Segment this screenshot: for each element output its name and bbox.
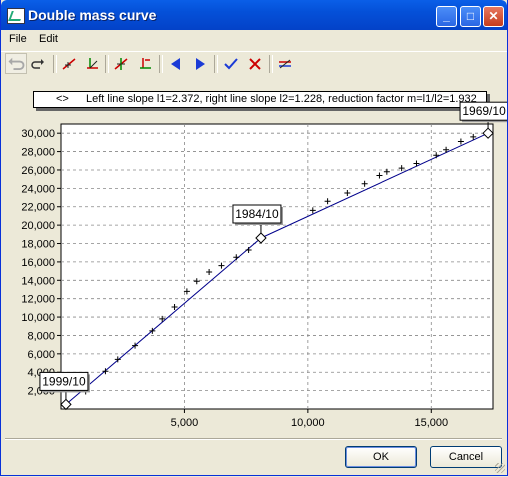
y-tick-label: 30,000 — [21, 128, 55, 140]
y-tick-label: 8,000 — [27, 330, 55, 342]
y-tick-label: 18,000 — [21, 239, 55, 251]
x-tick-label: 5,000 — [171, 417, 199, 429]
resize-grip[interactable] — [495, 463, 505, 473]
y-tick-label: 6,000 — [27, 349, 55, 361]
y-tick-label: 20,000 — [21, 220, 55, 232]
x-tick-label: 15,000 — [414, 417, 448, 429]
ok-button[interactable]: OK — [345, 446, 417, 468]
y-tick-label: 26,000 — [21, 165, 55, 177]
x-tick-label: 10,000 — [291, 417, 325, 429]
y-tick-label: 16,000 — [21, 257, 55, 269]
y-tick-label: 14,000 — [21, 275, 55, 287]
y-tick-label: 12,000 — [21, 294, 55, 306]
y-tick-label: 10,000 — [21, 312, 55, 324]
button-divider — [5, 438, 502, 440]
breakpoint-label: 1969/10 — [462, 104, 506, 118]
breakpoint-label: 1999/10 — [42, 374, 86, 388]
y-tick-label: 24,000 — [21, 183, 55, 195]
y-tick-label: 22,000 — [21, 202, 55, 214]
plot-area — [60, 123, 494, 410]
dialog-window: Double mass curve _ □ ✕ File Edit <> Lef… — [0, 0, 508, 476]
cancel-button[interactable]: Cancel — [430, 446, 502, 468]
y-tick-label: 28,000 — [21, 147, 55, 159]
breakpoint-label: 1984/10 — [235, 207, 279, 221]
double-mass-chart[interactable]: 2,0004,0006,0008,00010,00012,00014,00016… — [1, 0, 507, 440]
